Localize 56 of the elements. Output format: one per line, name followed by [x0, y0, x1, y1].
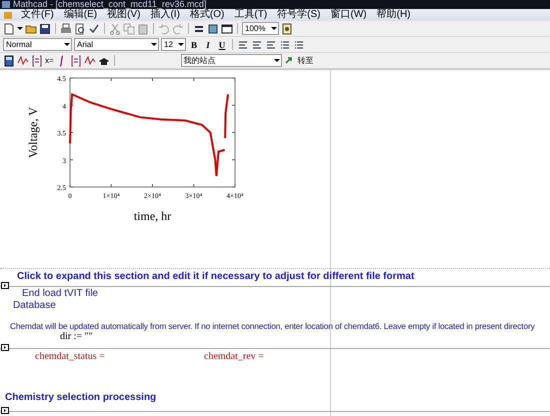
align-right-icon[interactable]	[265, 38, 277, 50]
section-label: End load tVIT file	[22, 288, 98, 299]
math-evaluation: chemdat_rev =	[204, 351, 264, 362]
checkmark-icon[interactable]	[88, 22, 100, 34]
align-left-icon[interactable]	[237, 38, 249, 50]
bold-button[interactable]: B	[188, 38, 200, 50]
menu-item[interactable]: 插入(I)	[149, 9, 181, 21]
region-anchor-icon[interactable]	[1, 407, 9, 414]
help-icon[interactable]	[281, 22, 293, 34]
save-icon[interactable]	[39, 22, 51, 34]
caret-icon	[178, 43, 184, 46]
menu-item[interactable]: 编辑(E)	[62, 9, 98, 21]
caret-icon	[271, 27, 277, 30]
bullet-list-icon[interactable]	[279, 38, 291, 50]
italic-button[interactable]: I	[202, 38, 214, 50]
address-dropdown[interactable]: 我的站点	[180, 54, 282, 67]
caret-icon	[64, 43, 70, 46]
menu-item[interactable]: 工具(T)	[233, 9, 268, 21]
style-dropdown[interactable]: Normal	[3, 38, 72, 51]
math-definition: dir := ""	[60, 331, 93, 342]
section-note: Click to expand this section and edit it if necessary to adjust for different file format	[17, 271, 414, 282]
menu-item[interactable]: 格式(O)	[188, 9, 226, 21]
caret-icon	[274, 59, 280, 62]
graph-icon[interactable]	[84, 54, 96, 66]
underline-button[interactable]: U	[216, 38, 228, 50]
menu-item[interactable]: 符号学(S)	[276, 9, 322, 21]
region-anchor-icon[interactable]	[1, 344, 9, 351]
numbered-list-icon[interactable]	[293, 38, 305, 50]
align-center-icon[interactable]	[251, 38, 263, 50]
calculator-icon[interactable]	[3, 54, 15, 66]
zoom-dropdown[interactable]: 100%	[242, 22, 279, 35]
matrix-icon[interactable]	[31, 54, 43, 66]
printer-icon[interactable]	[60, 22, 72, 34]
chip-icon[interactable]	[207, 22, 219, 34]
font-dropdown[interactable]: Arial	[74, 38, 159, 51]
window-icon[interactable]	[221, 22, 233, 34]
section-heading: Chemistry selection processing	[5, 392, 156, 403]
y-axis-label: Voltage, V	[26, 107, 40, 158]
math-evaluation: chemdat_status =	[35, 351, 105, 362]
note-text: Chemdat will be updated automatically from server. If no internet connection, enter location of chemdat6. Leave empty if located in present directory	[10, 321, 535, 331]
menu-item[interactable]: 帮助(H)	[376, 9, 412, 21]
font-size-dropdown[interactable]: 12	[161, 38, 186, 51]
x-axis-label: time, hr	[134, 209, 172, 223]
go-button[interactable]: 转至	[298, 54, 314, 66]
menu-item[interactable]: 文件(F)	[20, 9, 55, 21]
caret-icon	[151, 43, 157, 46]
window-title: Mathcad - [chemselect_cont_mcd11_rev36.mcd]	[13, 0, 206, 9]
graph-icon[interactable]	[17, 54, 29, 66]
menu-item[interactable]: 窗口(W)	[330, 9, 368, 21]
print-preview-icon[interactable]	[74, 22, 86, 34]
section-heading: Database	[13, 300, 56, 311]
matrix-icon[interactable]	[70, 54, 82, 66]
region-anchor-icon[interactable]	[1, 282, 9, 289]
math-toolbar-label[interactable]: x=	[45, 54, 54, 66]
menu-item[interactable]: 视图(V)	[106, 9, 142, 21]
app-icon	[2, 1, 10, 8]
